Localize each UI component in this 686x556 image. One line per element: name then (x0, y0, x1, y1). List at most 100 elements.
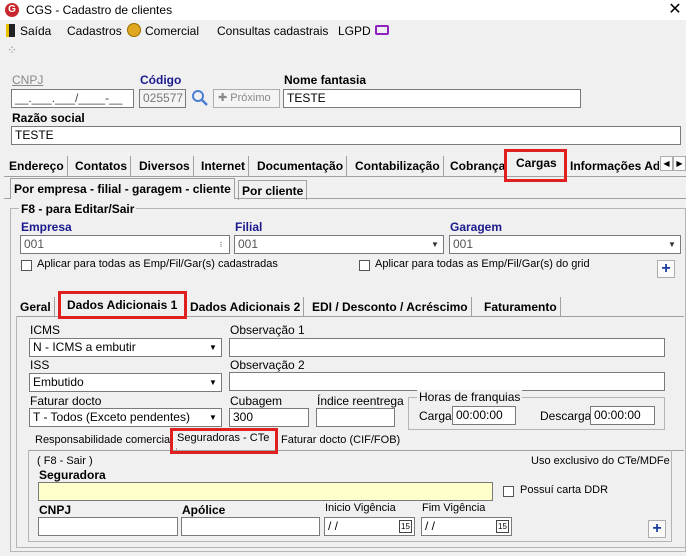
group-title: F8 - para Editar/Sair (19, 202, 137, 216)
tab-scroll-right-icon[interactable]: ▶ (673, 156, 686, 171)
fim-vigencia-label: Fim Vigência (422, 502, 486, 514)
franquia-label: Horas de franquias (417, 390, 523, 404)
monitor-icon (375, 25, 389, 35)
icms-value: N - ICMS a embutir (33, 340, 136, 354)
empresa-spin-icon: ⁝ (219, 240, 223, 249)
obs2-field[interactable] (229, 372, 665, 391)
garagem-select[interactable]: 001 ▼ (449, 235, 681, 254)
tab-faturamento[interactable]: Faturamento (481, 297, 561, 317)
filial-select[interactable]: 001 ▼ (234, 235, 444, 254)
fantasia-label: Nome fantasia (284, 73, 367, 87)
proximo-label: Próximo (230, 92, 271, 104)
carga-label: Carga (419, 409, 452, 423)
tab-informacoes[interactable]: Informações Adi (567, 156, 659, 176)
tab-cobranca[interactable]: Cobrança (447, 156, 508, 176)
tab-contabilizacao[interactable]: Contabilização (352, 156, 444, 176)
iss-value: Embutido (33, 375, 84, 389)
tab-documentacao[interactable]: Documentação (254, 156, 348, 176)
faturar-select[interactable]: T - Todos (Exceto pendentes) ▼ (29, 408, 222, 427)
inicio-calendar-icon[interactable]: 15 (399, 520, 412, 533)
menu-consultas[interactable]: Consultas cadastrais (217, 24, 328, 38)
tab-endereco[interactable]: Endereço (6, 156, 68, 176)
apolice-label: Apólice (182, 503, 226, 517)
fim-calendar-icon[interactable]: 15 (496, 520, 509, 533)
empresa-label: Empresa (21, 220, 72, 234)
add-button[interactable]: + (657, 260, 675, 278)
highlight-dados-adicionais-1 (58, 291, 187, 319)
tab-por-empresa[interactable]: Por empresa - filial - garagem - cliente (10, 178, 235, 199)
faturar-dropdown-icon: ▼ (209, 413, 217, 422)
tab-edi[interactable]: EDI / Desconto / Acréscimo (309, 297, 472, 317)
icms-select[interactable]: N - ICMS a embutir ▼ (29, 338, 222, 357)
icms-label: ICMS (30, 323, 60, 337)
chk-apply-all[interactable] (21, 260, 32, 271)
carga-field[interactable]: 00:00:00 (452, 406, 516, 425)
tab-internet[interactable]: Internet (198, 156, 250, 176)
menu-saida[interactable]: Saída (20, 24, 51, 38)
fantasia-field[interactable]: TESTE (283, 89, 581, 108)
seg-uso-exclusivo: Uso exclusivo do CTe/MDFe (531, 455, 670, 467)
app-logo-icon: G (5, 3, 19, 17)
descarga-field[interactable]: 00:00:00 (590, 406, 655, 425)
reentrega-label: Índice reentrega (317, 394, 404, 408)
tab-por-cliente[interactable]: Por cliente (238, 180, 308, 200)
chk-apply-grid-label: Aplicar para todas as Emp/Fil/Gar(s) do … (375, 258, 590, 270)
chk-possui-ddr[interactable] (503, 486, 514, 497)
obs1-label: Observação 1 (230, 323, 305, 337)
chk-apply-all-label: Aplicar para todas as Emp/Fil/Gar(s) cad… (37, 258, 278, 270)
filial-value: 001 (238, 237, 259, 251)
tab-responsabilidade[interactable]: Responsabilidade comercial (32, 430, 177, 450)
iss-label: ISS (30, 358, 50, 372)
inicio-vigencia-value: / / (328, 519, 339, 533)
tab-geral[interactable]: Geral (17, 297, 55, 317)
tab-dados-adicionais-2[interactable]: Dados Adicionais 2 (187, 297, 305, 317)
fim-vigencia-value: / / (425, 519, 436, 533)
obs2-label: Observação 2 (230, 358, 305, 372)
faturar-label: Faturar docto (30, 394, 102, 408)
faturar-value: T - Todos (Exceto pendentes) (33, 410, 190, 424)
tab-faturar-cif-fob[interactable]: Faturar docto (CIF/FOB) (278, 430, 403, 450)
tab-scroll-left-icon[interactable]: ◀ (660, 156, 673, 171)
empresa-select[interactable]: 001 ⁝ (20, 235, 230, 254)
menu-lgpd[interactable]: LGPD (338, 24, 371, 38)
main-tabs-line (4, 176, 686, 177)
menu-cadastros[interactable]: Cadastros (67, 24, 122, 38)
window-title: CGS - Cadastro de clientes (26, 3, 173, 17)
codigo-label: Código (140, 73, 182, 87)
cnpj-label: CNPJ (12, 73, 44, 87)
obs1-field[interactable] (229, 338, 665, 357)
search-icon[interactable] (191, 89, 209, 107)
cnpj-field[interactable]: __.___.___/____-__ (11, 89, 134, 108)
possui-ddr-label: Possuí carta DDR (520, 484, 609, 496)
menu-comercial[interactable]: Comercial (145, 24, 199, 38)
razao-label: Razão social (12, 111, 85, 125)
seg-cnpj-label: CNPJ (39, 503, 72, 517)
seg-hint: ( F8 - Sair ) (37, 455, 93, 467)
coins-icon (127, 23, 141, 37)
proximo-button[interactable]: ✚ Próximo (213, 89, 280, 108)
garagem-value: 001 (453, 237, 474, 251)
seguradora-field[interactable] (38, 482, 493, 501)
razao-field[interactable]: TESTE (11, 126, 681, 145)
seg-cnpj-field[interactable] (38, 517, 178, 536)
empresa-value: 001 (24, 237, 45, 251)
iss-select[interactable]: Embutido ▼ (29, 373, 222, 392)
tab-diversos[interactable]: Diversos (136, 156, 194, 176)
cubagem-label: Cubagem (230, 394, 283, 408)
highlight-tab-cargas (504, 149, 567, 182)
chk-apply-grid[interactable] (359, 260, 370, 271)
close-icon[interactable]: ✕ (664, 0, 686, 20)
tab-contatos[interactable]: Contatos (72, 156, 131, 176)
cubagem-field[interactable]: 300 (229, 408, 309, 427)
seguradora-label: Seguradora (39, 468, 106, 482)
icms-dropdown-icon: ▼ (209, 343, 217, 352)
descarga-label: Descarga (540, 409, 592, 423)
reentrega-field[interactable] (316, 408, 395, 427)
filial-label: Filial (235, 220, 263, 234)
inicio-vigencia-label: Inicio Vigência (325, 502, 396, 514)
codigo-field[interactable]: 025577 (139, 89, 186, 108)
filial-dropdown-icon: ▼ (431, 240, 439, 249)
seg-add-button[interactable]: + (648, 520, 666, 538)
iss-dropdown-icon: ▼ (209, 378, 217, 387)
apolice-field[interactable] (181, 517, 320, 536)
